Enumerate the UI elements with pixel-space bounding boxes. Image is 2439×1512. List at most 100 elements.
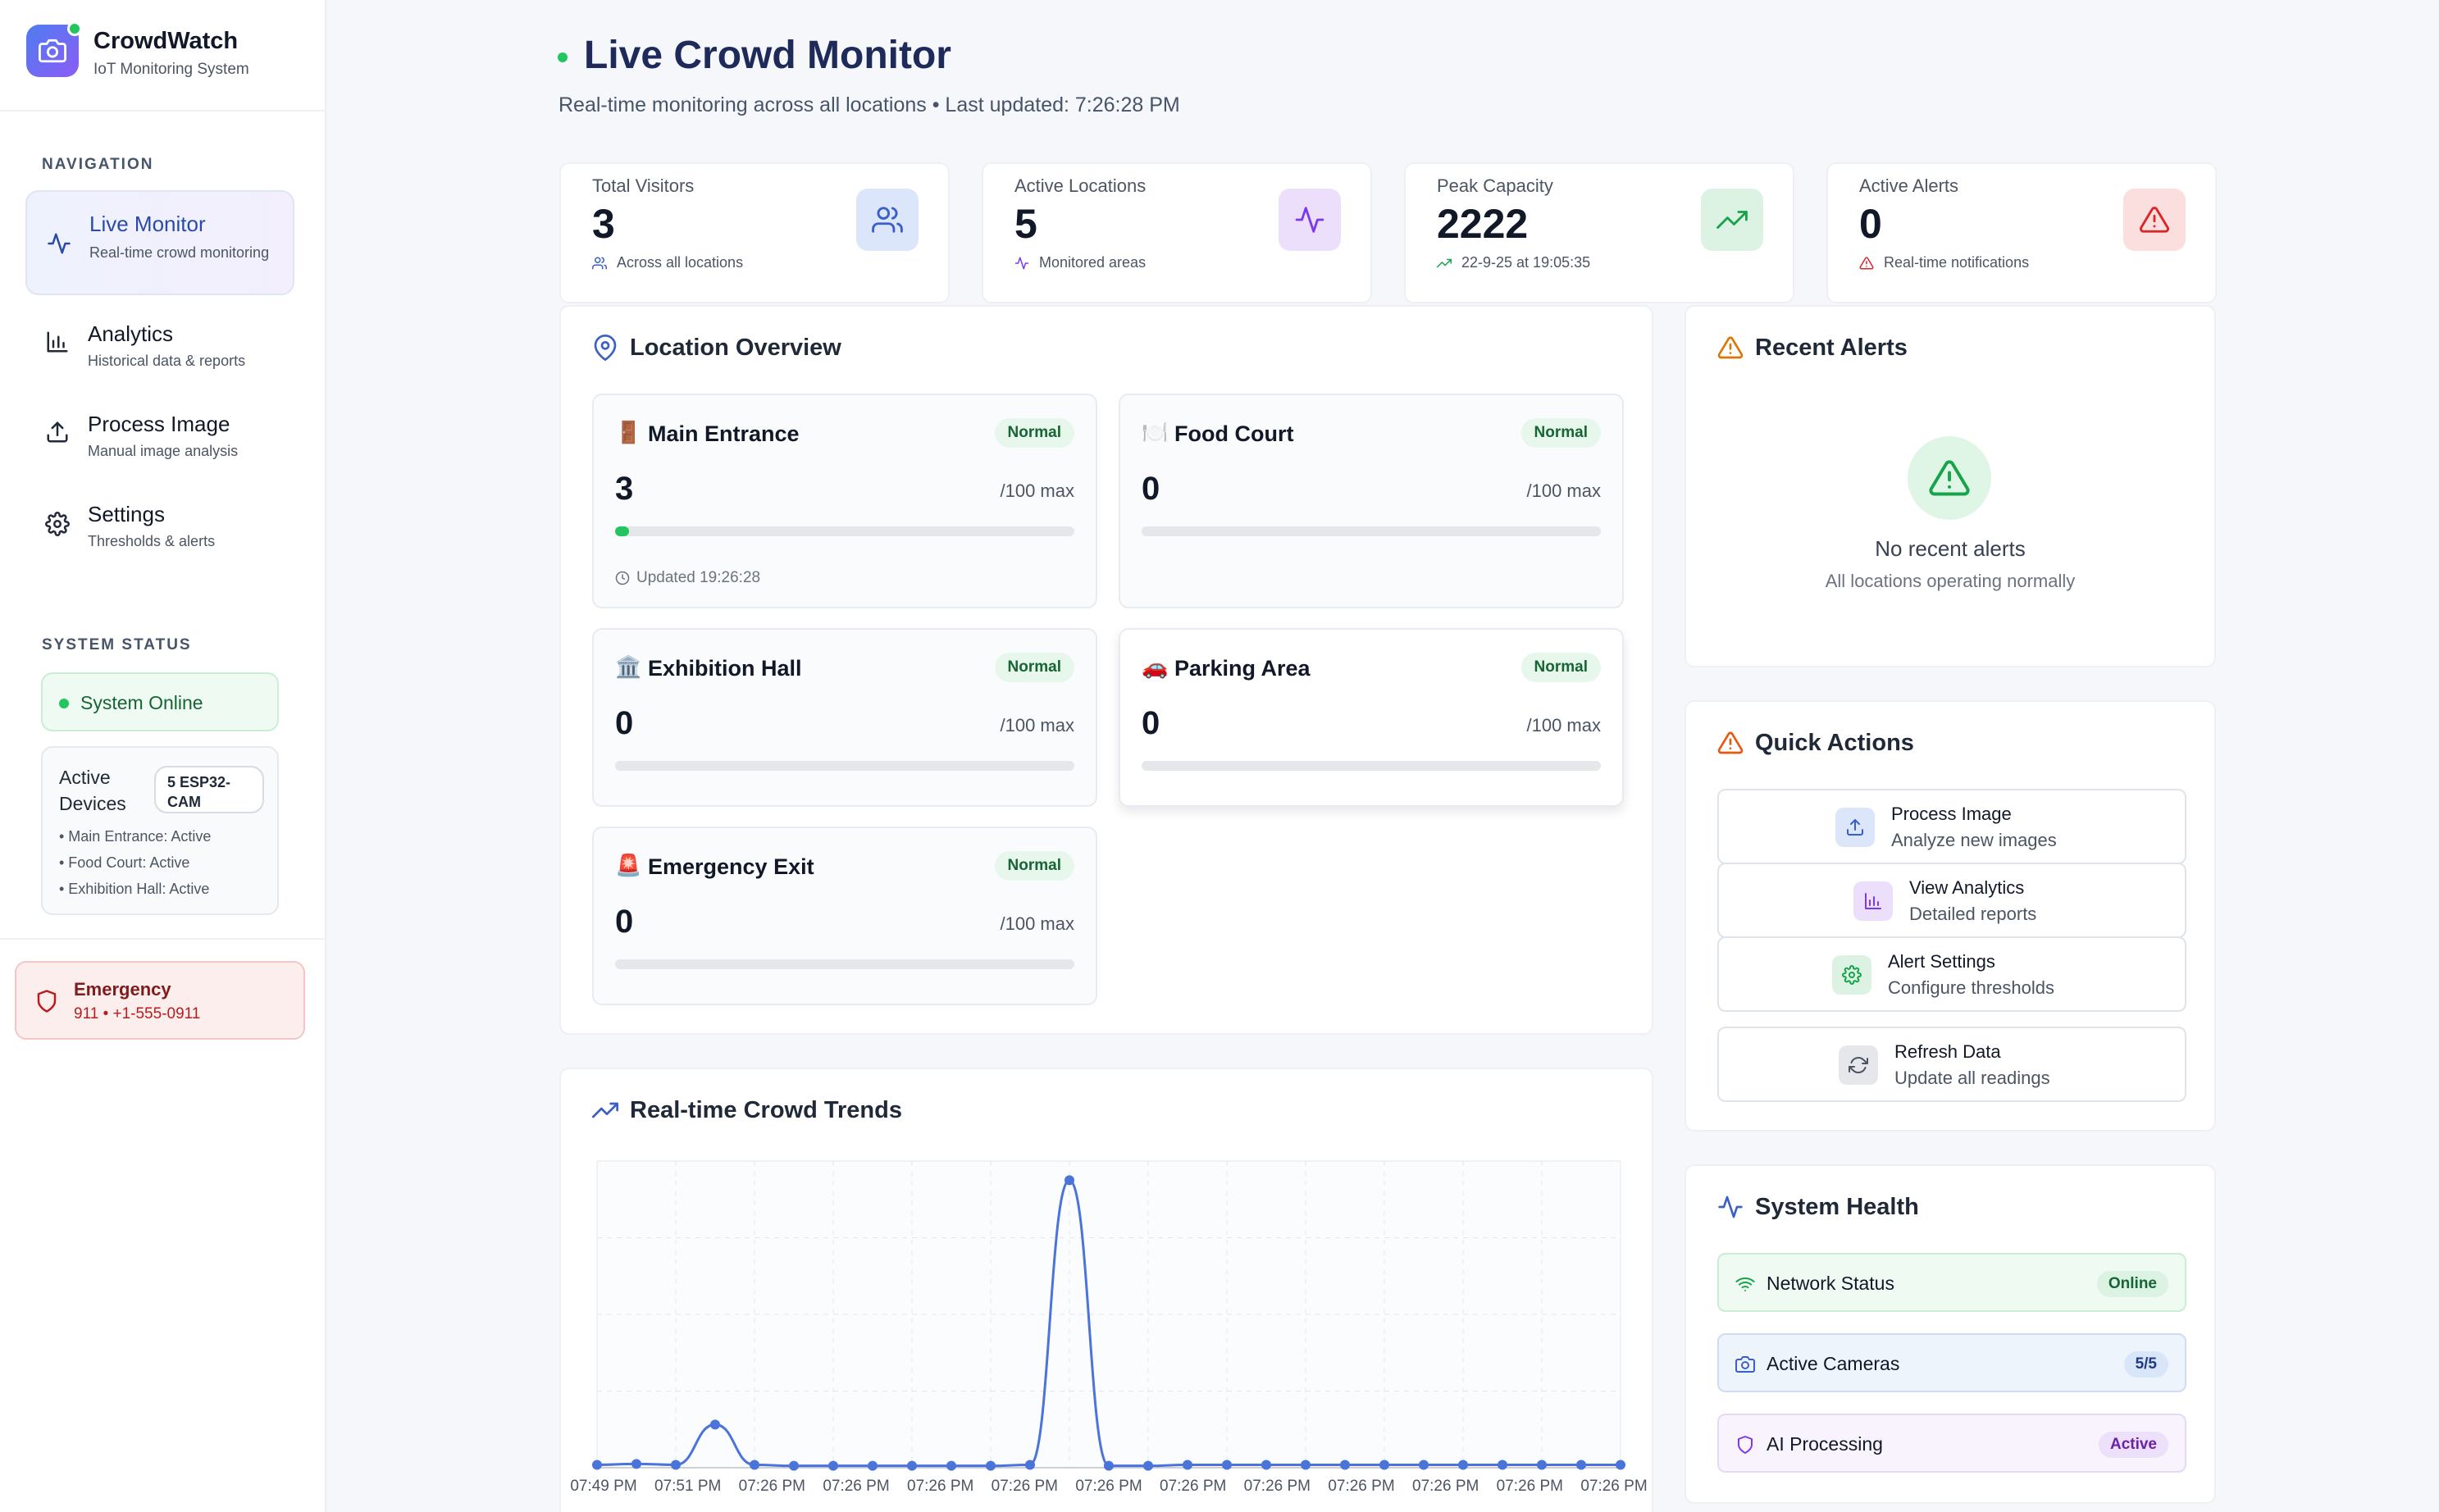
action-label: Process Image — [1891, 804, 2012, 824]
clock-icon — [615, 571, 630, 585]
health-label: AI Processing — [1767, 1433, 1883, 1455]
alert-triangle-icon — [1859, 256, 1874, 269]
status-section-label: SYSTEM STATUS — [42, 636, 192, 654]
data-point — [986, 1460, 996, 1471]
data-point — [1104, 1460, 1114, 1471]
status-badge: Normal — [1520, 653, 1601, 682]
alert-triangle-icon — [1717, 336, 1744, 359]
data-point — [1340, 1460, 1350, 1470]
panel-title: System Health — [1755, 1194, 1919, 1220]
emergency-contact[interactable]: Emergency 911 • +1-555-0911 — [15, 961, 305, 1040]
emergency-title: Emergency — [74, 979, 171, 1000]
car-icon: 🚗 — [1142, 654, 1169, 679]
stat-value: 2222 — [1437, 201, 1529, 247]
alert-settings-button[interactable]: Alert Settings Configure thresholds — [1717, 936, 2186, 1012]
health-row-ai: AI Processing Active — [1717, 1414, 2186, 1473]
data-point — [1616, 1460, 1625, 1470]
location-count: 0 — [615, 904, 634, 940]
data-point — [671, 1460, 681, 1470]
sidebar-item-label: Live Monitor — [89, 212, 206, 236]
data-point — [592, 1460, 602, 1470]
stat-foot-text: Monitored areas — [1039, 254, 1147, 271]
shield-icon — [1738, 1436, 1753, 1454]
sidebar-item-label: Process Image — [88, 412, 230, 436]
stat-foot: Real-time notifications — [1859, 254, 2029, 271]
location-max: /100 max — [1526, 715, 1602, 736]
panel-title: Location Overview — [630, 335, 841, 361]
location-name: Food Court — [1174, 421, 1294, 446]
map-pin-icon — [594, 335, 617, 361]
data-point — [1183, 1460, 1192, 1470]
sidebar-item-settings[interactable]: Settings Thresholds & alerts — [25, 485, 294, 590]
data-point — [1379, 1460, 1389, 1470]
activity-icon — [1014, 257, 1029, 269]
device-status-line: • Food Court: Active — [59, 854, 190, 871]
process-image-button[interactable]: Process Image Analyze new images — [1717, 789, 2186, 864]
stat-foot: Across all locations — [592, 254, 743, 271]
activity-icon — [1718, 1195, 1743, 1218]
recent-alerts-panel: Recent Alerts No recent alerts All locat… — [1685, 305, 2216, 667]
location-card-main-entrance[interactable]: 🚪 Main Entrance Normal 3 /100 max Update… — [592, 394, 1097, 608]
stat-foot-text: 22-9-25 at 19:05:35 — [1461, 254, 1591, 271]
x-tick-label: 07:26 PM — [1497, 1478, 1563, 1495]
location-name: Parking Area — [1174, 656, 1311, 681]
camera-icon — [1735, 1356, 1755, 1373]
x-tick-label: 07:26 PM — [1580, 1478, 1647, 1495]
users-icon — [856, 189, 919, 251]
stat-card-active-locations: Active Locations 5 Monitored areas — [982, 162, 1372, 303]
location-card-food-court[interactable]: 🍽️ Food Court Normal 0 /100 max — [1119, 394, 1624, 608]
capacity-fill — [615, 526, 629, 536]
devices-count-badge: 5 ESP32-CAM — [154, 766, 264, 813]
data-point — [631, 1459, 641, 1469]
capacity-bar — [1142, 761, 1601, 771]
sidebar-item-process-image[interactable]: Process Image Manual image analysis — [25, 395, 294, 500]
brand[interactable]: CrowdWatch IoT Monitoring System — [26, 21, 305, 87]
status-badge: Normal — [994, 418, 1074, 448]
data-point — [907, 1460, 917, 1471]
sidebar-item-label: Settings — [88, 502, 165, 526]
app-subtitle: IoT Monitoring System — [93, 61, 249, 78]
action-label: View Analytics — [1909, 877, 2025, 898]
location-card-emergency-exit[interactable]: 🚨 Emergency Exit Normal 0 /100 max — [592, 827, 1097, 1005]
data-point — [1301, 1460, 1311, 1470]
data-point — [1064, 1175, 1074, 1186]
sidebar-item-live-monitor[interactable]: Live Monitor Real-time crowd monitoring — [25, 190, 294, 295]
view-analytics-button[interactable]: View Analytics Detailed reports — [1717, 863, 2186, 938]
location-count: 3 — [615, 471, 634, 507]
users-icon — [592, 257, 607, 269]
active-devices-card: Active Devices 5 ESP32-CAM • Main Entran… — [41, 746, 279, 915]
upload-icon — [47, 421, 68, 443]
stat-value: 5 — [1014, 201, 1037, 247]
capacity-bar — [615, 959, 1074, 969]
last-updated: Updated 19:26:28 — [615, 569, 760, 587]
status-badge: Normal — [994, 653, 1074, 682]
data-point — [828, 1460, 838, 1471]
location-max: /100 max — [1526, 480, 1602, 501]
gear-icon — [1832, 955, 1871, 995]
x-tick-label: 07:51 PM — [654, 1478, 721, 1495]
action-desc: Configure thresholds — [1888, 977, 2055, 998]
crowd-trends-panel: Real-time Crowd Trends 07:49 PM 07:51 PM 0… — [559, 1068, 1653, 1512]
capacity-bar — [615, 761, 1074, 771]
siren-icon: 🚨 — [615, 853, 642, 877]
crowd-trend-chart[interactable]: 07:49 PM 07:51 PM 07:26 PM 07:26 PM 07:26 PM… — [561, 1069, 1655, 1512]
location-card-parking-area[interactable]: 🚗 Parking Area Normal 0 /100 max — [1119, 628, 1624, 807]
data-point — [946, 1460, 956, 1471]
data-point — [868, 1460, 878, 1471]
status-badge: Normal — [994, 851, 1074, 881]
refresh-data-button[interactable]: Refresh Data Update all readings — [1717, 1027, 2186, 1102]
location-count: 0 — [615, 705, 634, 741]
sidebar: CrowdWatch IoT Monitoring System NAVIGAT… — [0, 0, 326, 1512]
data-point — [1458, 1460, 1468, 1470]
activity-icon — [48, 233, 71, 254]
device-status-line: • Main Entrance: Active — [59, 828, 212, 845]
sidebar-item-analytics[interactable]: Analytics Historical data & reports — [25, 305, 294, 410]
x-tick-label: 07:26 PM — [907, 1478, 973, 1495]
wifi-icon — [1735, 1277, 1755, 1291]
x-tick-label: 07:26 PM — [1244, 1478, 1311, 1495]
stat-card-active-alerts: Active Alerts 0 Real-time notifications — [1826, 162, 2217, 303]
sidebar-item-desc: Thresholds & alerts — [88, 533, 216, 549]
x-tick-label: 07:26 PM — [992, 1478, 1058, 1495]
location-card-exhibition-hall[interactable]: 🏛️ Exhibition Hall Normal 0 /100 max — [592, 628, 1097, 807]
data-point — [750, 1460, 759, 1470]
